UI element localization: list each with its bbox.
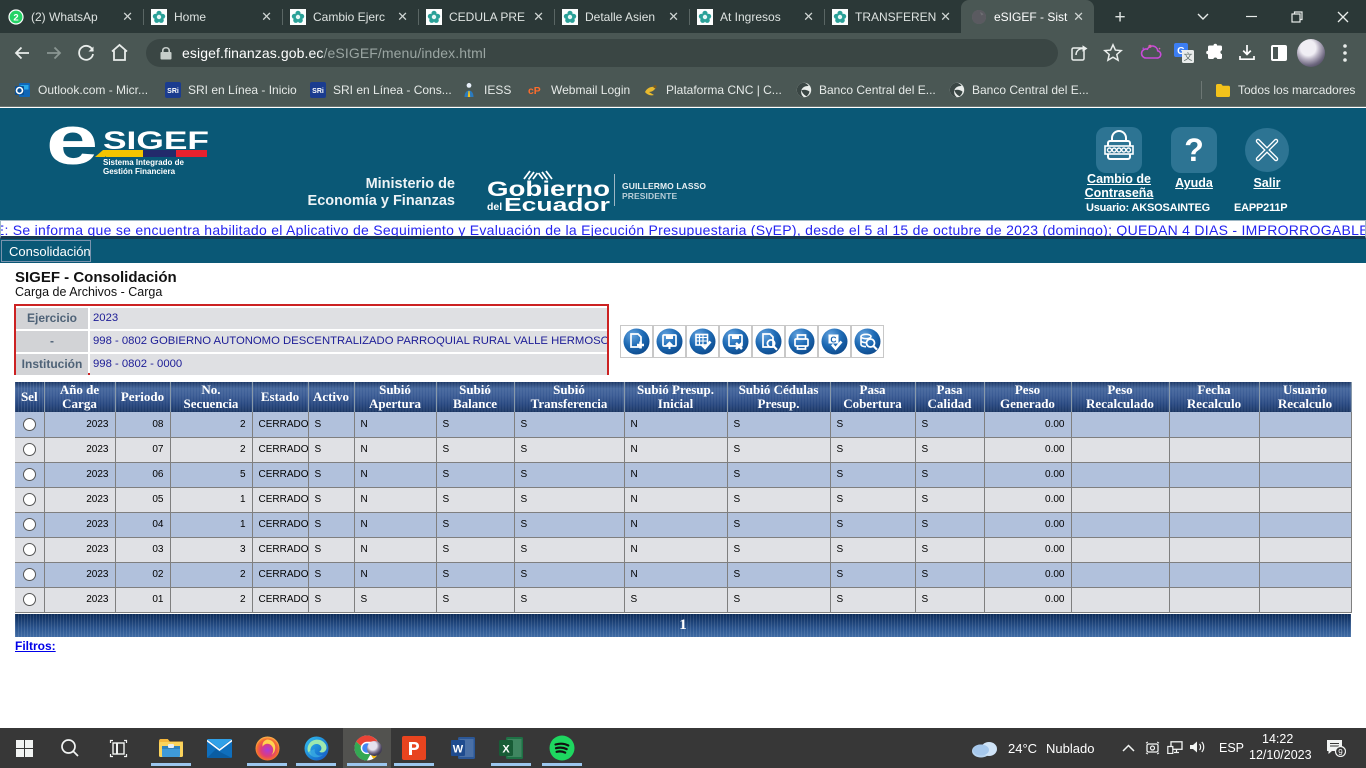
svg-text:9: 9	[1338, 748, 1343, 757]
svg-text:C: C	[830, 335, 836, 345]
svg-text:2: 2	[13, 12, 18, 23]
svg-text:Sistema Integrado de: Sistema Integrado de	[103, 158, 184, 167]
svg-text:?: ?	[1184, 132, 1204, 168]
svg-text:Gestión Financiera: Gestión Financiera	[103, 167, 176, 176]
svg-text:文: 文	[1183, 51, 1192, 62]
svg-text:SRi: SRi	[167, 88, 179, 95]
svg-text:cP: cP	[528, 86, 541, 97]
svg-text:del: del	[487, 201, 502, 213]
svg-text:e: e	[46, 124, 98, 178]
svg-text:Ecuador: Ecuador	[504, 194, 610, 214]
svg-text:SRi: SRi	[312, 88, 324, 95]
